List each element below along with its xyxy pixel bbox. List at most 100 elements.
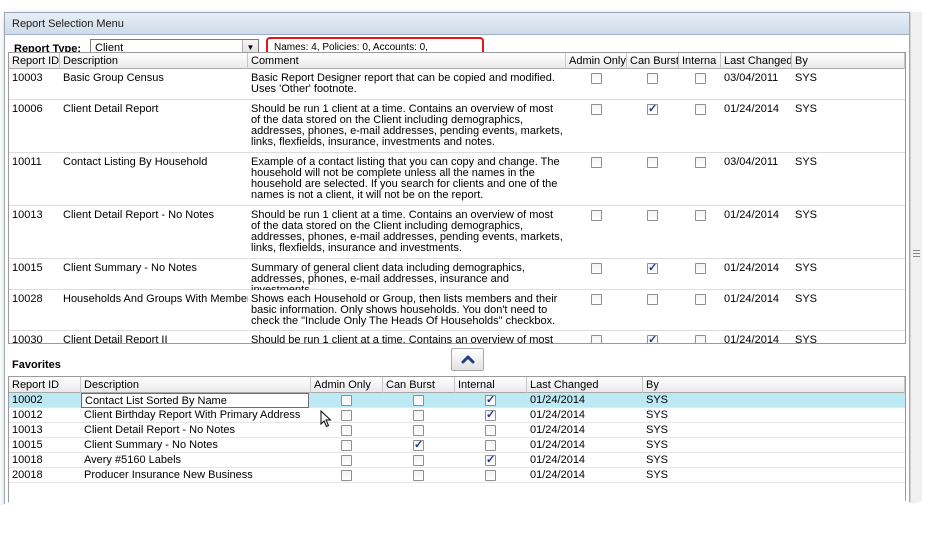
can-burst-checkbox[interactable] [647,333,658,343]
table-row[interactable]: 10011 Contact Listing By Household Example… [9,153,905,206]
changed-by-cell: SYS [646,424,669,436]
last-changed-cell: 01/24/2014 [724,262,780,274]
admin-only-checkbox[interactable] [341,395,352,406]
chevron-up-icon [461,355,474,364]
table-row[interactable]: 10003 Basic Group Census Basic Report Desi… [9,69,905,100]
favorite-id-cell: 10018 [12,454,43,466]
admin-only-checkbox[interactable] [591,157,602,168]
admin-only-checkbox[interactable] [591,104,602,115]
reports-col-header[interactable]: Admin Only [566,53,627,69]
report-comment-cell: Should be run 1 client at a time. Contai… [251,103,563,148]
can-burst-checkbox[interactable] [413,410,424,421]
reports-col-header[interactable]: Interna [679,53,721,69]
report-id-cell: 10006 [12,103,43,115]
can-burst-checkbox[interactable] [413,438,424,451]
changed-by-cell: SYS [795,209,818,221]
can-burst-checkbox[interactable] [647,261,658,274]
internal-checkbox[interactable] [695,263,706,274]
favorite-id-cell: 10012 [12,409,43,421]
internal-checkbox[interactable] [485,425,496,436]
report-comment-cell: Should be run 1 client at a time. Contai… [251,334,554,344]
favorite-description-cell: Client Birthday Report With Primary Addr… [84,409,301,421]
table-row[interactable]: 10002 Contact List Sorted By Name 01/24/20… [9,393,905,408]
admin-only-checkbox[interactable] [341,455,352,466]
can-burst-checkbox[interactable] [647,102,658,115]
table-row[interactable]: 10015 Client Summary - No Notes Summary of… [9,259,905,290]
window-scrollbar[interactable] [910,12,922,534]
table-row[interactable]: 20018 Producer Insurance New Business 01/2… [9,468,905,483]
internal-checkbox[interactable] [695,157,706,168]
favorite-description-cell: Producer Insurance New Business [84,469,253,481]
reports-col-header[interactable]: Comment [248,53,566,69]
internal-checkbox[interactable] [695,335,706,343]
report-id-cell: 10011 [12,156,42,168]
admin-only-checkbox[interactable] [591,73,602,84]
favorites-col-header[interactable]: Description [81,377,311,393]
reports-col-header[interactable]: Last Changed [721,53,792,69]
last-changed-cell: 01/24/2014 [724,103,780,115]
favorites-grid[interactable]: Report ID Description Admin Only Can Burst I… [8,376,906,522]
can-burst-checkbox[interactable] [647,73,658,84]
can-burst-checkbox[interactable] [647,157,658,168]
table-row[interactable]: 10013 Client Detail Report - No Notes 01/2… [9,423,905,438]
table-row[interactable]: 10013 Client Detail Report - No Notes Shou… [9,206,905,259]
table-row[interactable]: 10018 Avery #5160 Labels 01/24/2014 SYS [9,453,905,468]
internal-checkbox[interactable] [695,73,706,84]
favorites-col-header[interactable]: By [643,377,905,393]
table-row[interactable]: 10015 Client Summary - No Notes 01/24/2014… [9,438,905,453]
changed-by-cell: SYS [646,454,669,466]
internal-checkbox[interactable] [695,294,706,305]
internal-checkbox[interactable] [485,453,496,466]
internal-checkbox[interactable] [485,440,496,451]
admin-only-checkbox[interactable] [591,210,602,221]
internal-checkbox[interactable] [695,210,706,221]
favorites-label: Favorites [12,359,61,371]
reports-grid[interactable]: Report ID Description Comment Admin Only Can… [8,52,906,344]
last-changed-cell: 01/24/2014 [724,209,780,221]
favorites-col-header[interactable]: Can Burst [383,377,455,393]
admin-only-checkbox[interactable] [341,425,352,436]
reports-col-header[interactable]: Can Burst [627,53,679,69]
table-row[interactable]: 10006 Client Detail Report Should be run 1… [9,100,905,153]
admin-only-checkbox[interactable] [341,440,352,451]
report-description-cell: Contact Listing By Household [63,156,208,168]
changed-by-cell: SYS [795,103,818,115]
admin-only-checkbox[interactable] [591,335,602,343]
internal-checkbox[interactable] [695,104,706,115]
admin-only-checkbox[interactable] [341,410,352,421]
internal-checkbox[interactable] [485,470,496,481]
scrollbar-grip[interactable] [913,250,920,260]
report-comment-cell: Shows each Household or Group, then list… [251,293,558,327]
last-changed-cell: 01/24/2014 [724,334,780,344]
favorites-col-header[interactable]: Report ID [9,377,81,393]
internal-checkbox[interactable] [485,393,496,406]
changed-by-cell: SYS [795,72,818,84]
reports-col-header[interactable]: By [792,53,905,69]
report-description-cell: Client Summary - No Notes [63,262,197,274]
can-burst-checkbox[interactable] [647,294,658,305]
admin-only-checkbox[interactable] [591,294,602,305]
mouse-pointer-icon [320,410,332,428]
can-burst-checkbox[interactable] [413,425,424,436]
admin-only-checkbox[interactable] [591,263,602,274]
report-id-cell: 10015 [12,262,43,274]
can-burst-checkbox[interactable] [413,395,424,406]
table-row[interactable]: 10028 Households And Groups With Members S… [9,290,905,331]
favorites-col-header[interactable]: Admin Only [311,377,383,393]
internal-checkbox[interactable] [485,408,496,421]
can-burst-checkbox[interactable] [647,210,658,221]
favorites-col-header[interactable]: Last Changed [527,377,643,393]
admin-only-checkbox[interactable] [341,470,352,481]
can-burst-checkbox[interactable] [413,455,424,466]
can-burst-checkbox[interactable] [413,470,424,481]
favorites-grid-header: Report ID Description Admin Only Can Burst I… [9,377,905,393]
collapse-button[interactable] [451,348,484,371]
reports-col-header[interactable]: Report ID [9,53,60,69]
last-changed-cell: 01/24/2014 [530,469,586,481]
favorites-col-header[interactable]: Internal [455,377,527,393]
table-row[interactable]: 10012 Client Birthday Report With Primary… [9,408,905,423]
report-comment-cell: Should be run 1 client at a time. Contai… [251,209,563,254]
table-row[interactable]: 10030 Client Detail Report II Should be ru… [9,331,905,344]
report-id-cell: 10028 [12,293,43,305]
reports-col-header[interactable]: Description [60,53,248,69]
